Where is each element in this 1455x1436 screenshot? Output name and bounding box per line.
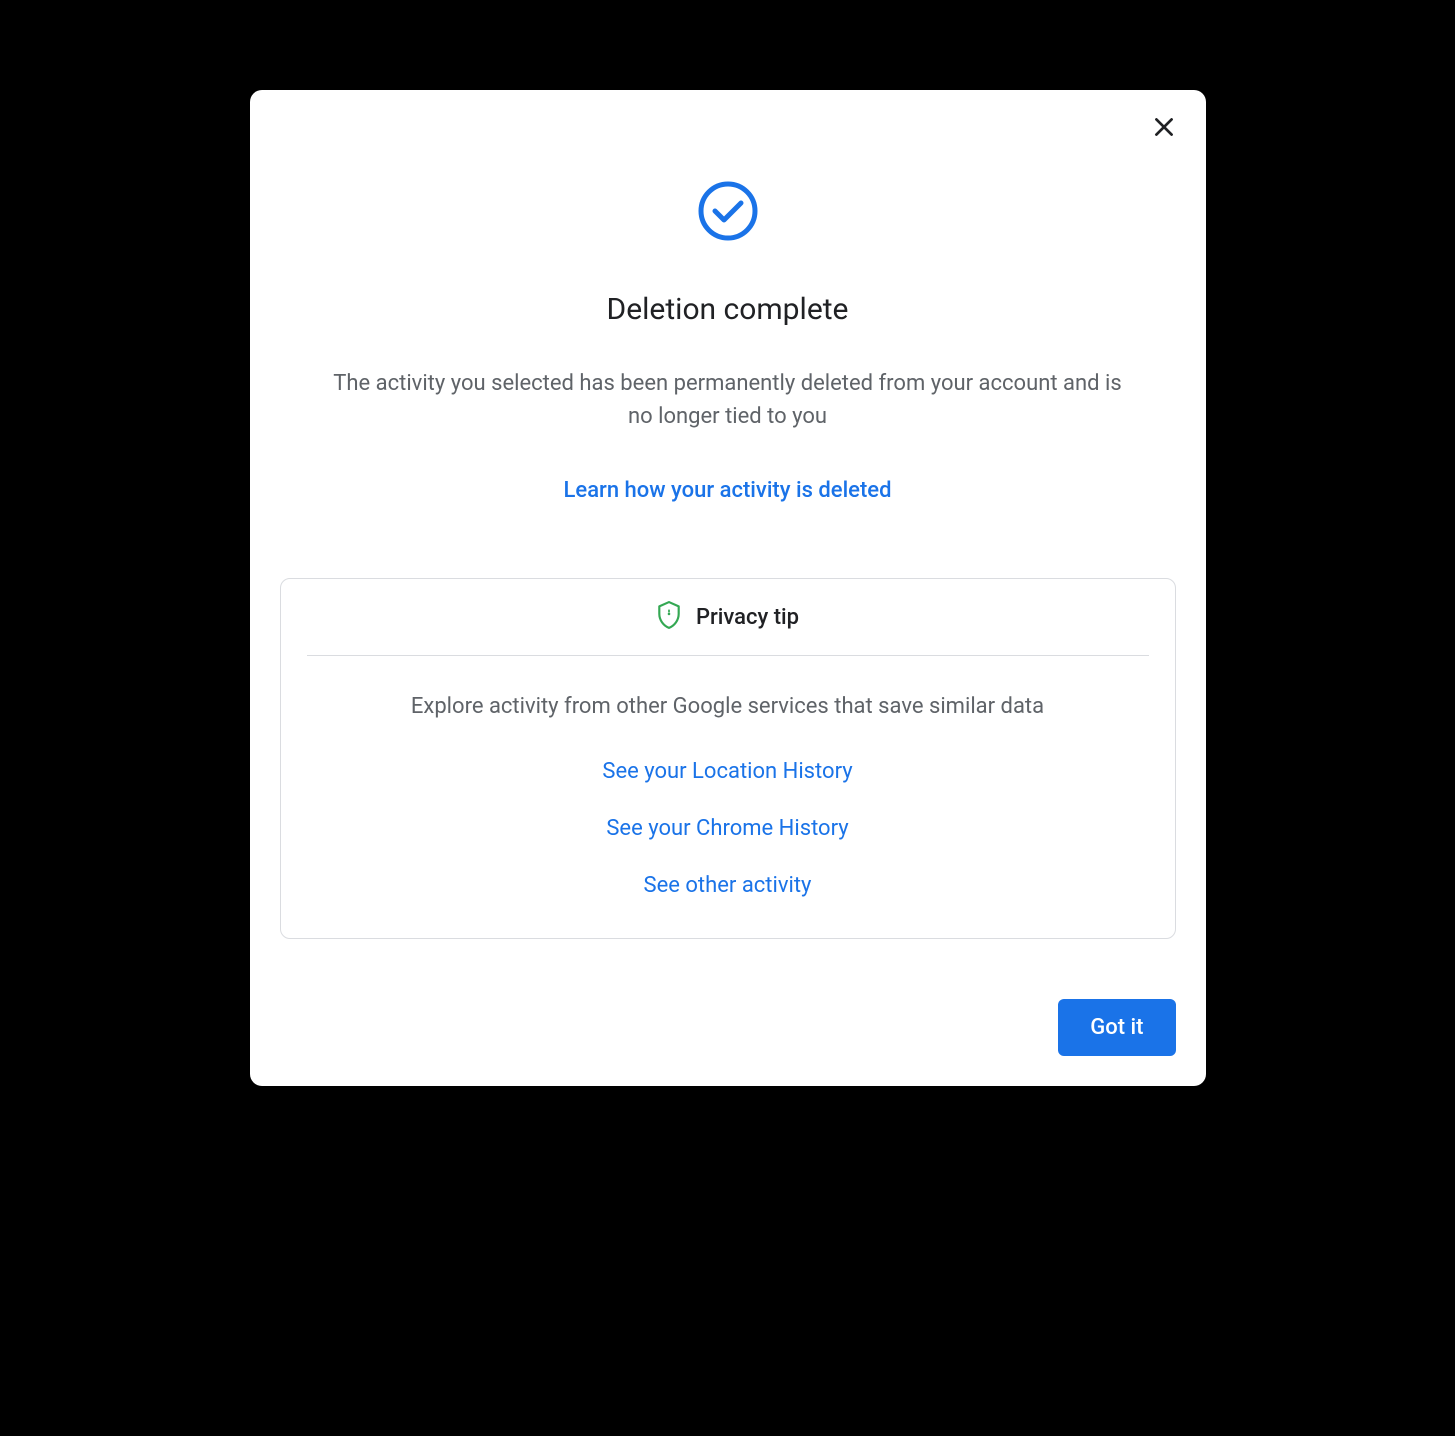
tip-header: Privacy tip (281, 579, 1175, 655)
got-it-button[interactable]: Got it (1058, 999, 1175, 1056)
tip-body: Explore activity from other Google servi… (281, 656, 1175, 938)
privacy-tip-card: Privacy tip Explore activity from other … (280, 578, 1176, 939)
tip-description: Explore activity from other Google servi… (301, 694, 1155, 719)
dialog-title: Deletion complete (280, 292, 1176, 327)
dialog-header: Deletion complete The activity you selec… (280, 130, 1176, 578)
close-button[interactable] (1144, 108, 1184, 148)
other-activity-link[interactable]: See other activity (644, 873, 812, 898)
shield-icon (656, 601, 682, 633)
dialog-footer: Got it (280, 989, 1176, 1056)
location-history-link[interactable]: See your Location History (602, 759, 852, 784)
chrome-history-link[interactable]: See your Chrome History (606, 816, 848, 841)
checkmark-circle-icon (280, 180, 1176, 242)
close-icon (1151, 114, 1177, 143)
dialog-description: The activity you selected has been perma… (280, 367, 1176, 433)
deletion-complete-dialog: Deletion complete The activity you selec… (250, 90, 1206, 1086)
learn-how-deleted-link[interactable]: Learn how your activity is deleted (564, 478, 892, 503)
tip-links-list: See your Location History See your Chrom… (301, 759, 1155, 898)
tip-title: Privacy tip (696, 605, 799, 630)
